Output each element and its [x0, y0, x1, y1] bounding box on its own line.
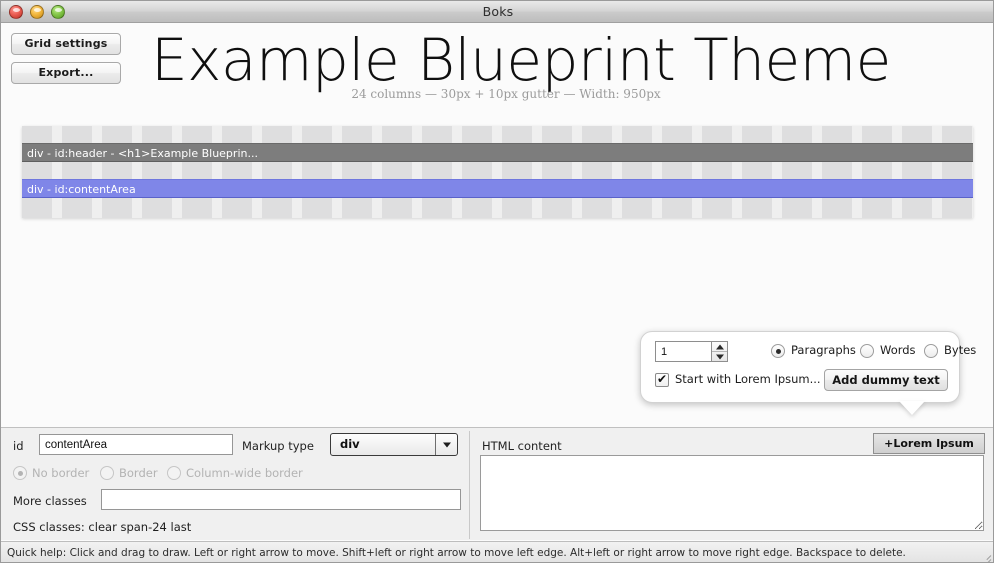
popover-row-units: Paragraphs Words Bytes — [641, 341, 976, 365]
css-classes-text: CSS classes: clear span-24 last — [13, 520, 192, 534]
stepper-up-icon[interactable] — [712, 342, 727, 352]
radio-bytes-label: Bytes — [944, 343, 977, 357]
grid-column — [182, 126, 212, 218]
stepper-down-icon[interactable] — [712, 352, 727, 361]
application-window: Boks Grid settings Export... Example Blu… — [0, 0, 994, 563]
radio-bytes[interactable] — [924, 344, 938, 358]
grid-column — [302, 126, 332, 218]
grid-column — [662, 126, 692, 218]
grid-canvas[interactable]: div - id:header - <h1>Example Blueprin..… — [22, 126, 973, 218]
grid-column — [222, 126, 252, 218]
radio-no-border[interactable] — [13, 466, 27, 480]
page-title: Example Blueprint Theme — [151, 26, 891, 94]
radio-paragraphs-label: Paragraphs — [791, 343, 856, 357]
markup-type-select[interactable]: div — [330, 433, 458, 456]
export-button[interactable]: Export... — [11, 62, 121, 84]
dummy-count-input[interactable] — [655, 341, 719, 362]
grid-block-header[interactable]: div - id:header - <h1>Example Blueprin..… — [22, 143, 973, 162]
radio-column-wide-border[interactable] — [167, 466, 181, 480]
window-title: Boks — [482, 4, 514, 19]
grid-settings-button[interactable]: Grid settings — [11, 33, 121, 55]
grid-column — [62, 126, 92, 218]
radio-border-label: Border — [119, 466, 158, 480]
id-input[interactable] — [39, 434, 233, 455]
grid-column — [862, 126, 892, 218]
grid-column — [142, 126, 172, 218]
more-classes-input[interactable] — [101, 489, 461, 510]
grid-column — [382, 126, 412, 218]
grid-block-content-area[interactable]: div - id:contentArea — [22, 179, 973, 198]
start-with-lorem-checkbox[interactable] — [655, 372, 669, 387]
id-label: id — [13, 439, 24, 453]
grid-column — [902, 126, 932, 218]
grid-column — [942, 126, 972, 218]
grid-column — [422, 126, 452, 218]
radio-paragraphs[interactable] — [771, 344, 785, 358]
grid-column — [22, 126, 52, 218]
start-with-lorem-label: Start with Lorem Ipsum... — [675, 372, 821, 386]
html-content-label: HTML content — [482, 439, 562, 453]
add-dummy-text-button[interactable]: Add dummy text — [824, 369, 948, 391]
grid-column — [702, 126, 732, 218]
title-bar: Boks — [1, 1, 993, 23]
radio-words[interactable] — [860, 344, 874, 358]
grid-column — [102, 126, 132, 218]
radio-column-wide-border-label: Column-wide border — [186, 466, 303, 480]
dummy-text-popover: Paragraphs Words Bytes Start with Lorem … — [640, 331, 976, 403]
grid-column — [462, 126, 492, 218]
more-classes-label: More classes — [13, 494, 87, 508]
grid-column — [742, 126, 772, 218]
panel-divider — [469, 431, 470, 539]
chevron-down-icon[interactable] — [435, 434, 457, 455]
grid-column — [782, 126, 812, 218]
popover-tail-icon — [899, 401, 925, 415]
quick-help-text: Quick help: Click and drag to draw. Left… — [7, 547, 906, 559]
status-bar: Quick help: Click and drag to draw. Left… — [1, 541, 993, 562]
dummy-count-stepper[interactable] — [711, 341, 728, 362]
grid-column — [622, 126, 652, 218]
radio-no-border-label: No border — [32, 466, 90, 480]
page-subtitle: 24 columns — 30px + 10px gutter — Width:… — [351, 87, 661, 101]
markup-type-value: div — [340, 437, 360, 451]
grid-columns — [22, 126, 973, 218]
html-content-textarea[interactable] — [480, 455, 984, 531]
grid-column — [342, 126, 372, 218]
markup-type-label: Markup type — [242, 439, 314, 453]
grid-column — [262, 126, 292, 218]
grid-column — [502, 126, 532, 218]
radio-words-label: Words — [880, 343, 916, 357]
grid-column — [582, 126, 612, 218]
resize-grip-icon[interactable] — [979, 549, 993, 562]
grid-column — [822, 126, 852, 218]
grid-column — [542, 126, 572, 218]
add-lorem-ipsum-button[interactable]: +Lorem Ipsum — [873, 433, 985, 454]
popover-row-actions: Start with Lorem Ipsum... Add dummy text — [641, 369, 961, 394]
radio-border[interactable] — [100, 466, 114, 480]
